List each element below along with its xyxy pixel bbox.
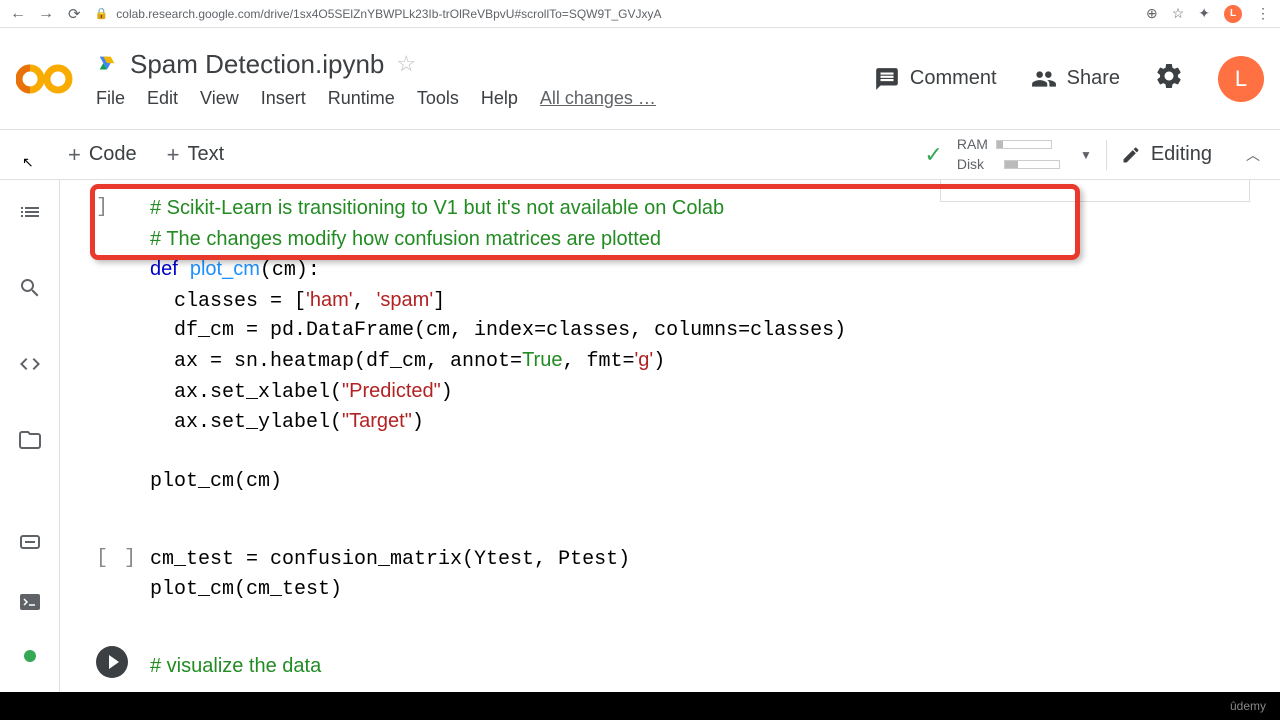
resource-monitor[interactable]: RAM Disk — [957, 135, 1060, 174]
url-text: colab.research.google.com/drive/1sx4O5SE… — [116, 7, 661, 21]
cell-toolbar[interactable] — [940, 180, 1250, 202]
save-status[interactable]: All changes … — [540, 88, 656, 109]
add-text-button[interactable]: + Text — [167, 142, 225, 168]
reload-icon[interactable]: ⟳ — [68, 5, 81, 23]
cell-code[interactable]: # visualize the data — [90, 642, 1250, 692]
add-code-button[interactable]: + Code — [68, 142, 137, 168]
title-area: Spam Detection.ipynb ☆ File Edit View In… — [96, 49, 874, 109]
comment-button[interactable]: Comment — [874, 66, 997, 92]
ram-bar — [996, 140, 1052, 149]
files-icon[interactable] — [18, 428, 42, 458]
cell-code[interactable]: cm_test = confusion_matrix(Ytest, Ptest)… — [90, 535, 1250, 614]
search-icon[interactable] — [18, 276, 42, 306]
disk-bar — [1004, 160, 1060, 169]
video-overlay-bar: ûdemy — [0, 692, 1280, 720]
brand-label: ûdemy — [1230, 699, 1266, 713]
menu-insert[interactable]: Insert — [261, 88, 306, 109]
share-label: Share — [1067, 67, 1120, 90]
status-check-icon: ✓ — [924, 142, 942, 168]
toc-icon[interactable] — [18, 200, 42, 230]
user-avatar[interactable]: L — [1218, 56, 1264, 102]
browser-menu-icon[interactable]: ⋮ — [1256, 5, 1270, 22]
plus-icon: + — [167, 142, 180, 168]
code-cell[interactable]: [ ] cm_test = confusion_matrix(Ytest, Pt… — [90, 535, 1250, 614]
text-label: Text — [188, 143, 225, 166]
collapse-header-icon[interactable]: ︿ — [1246, 145, 1260, 165]
star-icon[interactable]: ☆ — [1172, 5, 1185, 22]
back-icon[interactable]: ← — [10, 5, 26, 23]
resource-dropdown-icon[interactable]: ▼ — [1080, 148, 1092, 162]
editing-mode-button[interactable]: Editing — [1121, 143, 1212, 166]
left-sidebar — [0, 180, 60, 692]
menu-runtime[interactable]: Runtime — [328, 88, 395, 109]
code-label: Code — [89, 143, 137, 166]
code-cell[interactable]: # visualize the data — [90, 642, 1250, 692]
extensions-icon[interactable]: ✦ — [1198, 5, 1210, 22]
forward-icon[interactable]: → — [38, 5, 54, 23]
drive-icon — [96, 53, 118, 75]
menu-file[interactable]: File — [96, 88, 125, 109]
code-cell[interactable]: ] # Scikit-Learn is transitioning to V1 … — [90, 184, 1250, 507]
browser-actions: ⊕ ☆ ✦ L ⋮ — [1146, 5, 1270, 23]
menu-tools[interactable]: Tools — [417, 88, 459, 109]
cell-code[interactable]: # Scikit-Learn is transitioning to V1 bu… — [90, 184, 1250, 507]
cell-prompt[interactable]: [ ] — [96, 547, 138, 570]
disk-label: Disk — [957, 155, 984, 175]
divider — [1106, 140, 1107, 170]
menu-edit[interactable]: Edit — [147, 88, 178, 109]
zoom-icon[interactable]: ⊕ — [1146, 5, 1158, 22]
run-cell-button[interactable] — [96, 646, 128, 678]
ram-label: RAM — [957, 135, 988, 155]
menu-help[interactable]: Help — [481, 88, 518, 109]
lock-icon: 🔒 — [95, 7, 109, 20]
header-actions: Comment Share L — [874, 56, 1264, 102]
menu-bar: File Edit View Insert Runtime Tools Help… — [96, 88, 874, 109]
editing-label: Editing — [1151, 143, 1212, 166]
colab-logo[interactable] — [16, 59, 76, 99]
kernel-status-icon — [24, 650, 36, 662]
command-palette-icon[interactable] — [18, 530, 42, 560]
url-bar[interactable]: 🔒 colab.research.google.com/drive/1sx4O5… — [95, 7, 1132, 21]
document-title[interactable]: Spam Detection.ipynb — [130, 49, 384, 80]
browser-avatar[interactable]: L — [1224, 5, 1242, 23]
notebook-content: ↖ ] # Scikit-Learn is transitioning to V… — [60, 180, 1280, 692]
menu-view[interactable]: View — [200, 88, 239, 109]
nav-arrows: ← → — [10, 5, 54, 23]
browser-bar: ← → ⟳ 🔒 colab.research.google.com/drive/… — [0, 0, 1280, 28]
plus-icon: + — [68, 142, 81, 168]
main-area: ↖ ] # Scikit-Learn is transitioning to V… — [0, 180, 1280, 692]
share-button[interactable]: Share — [1031, 66, 1120, 92]
cell-prompt[interactable]: ] — [96, 196, 114, 219]
snippets-icon[interactable] — [18, 352, 42, 382]
header: Spam Detection.ipynb ☆ File Edit View In… — [0, 28, 1280, 130]
settings-button[interactable] — [1154, 61, 1184, 96]
terminal-icon[interactable] — [18, 590, 42, 620]
comment-label: Comment — [910, 67, 997, 90]
star-icon[interactable]: ☆ — [396, 51, 416, 77]
toolbar: + Code + Text ✓ RAM Disk ▼ Editing ︿ — [0, 130, 1280, 180]
